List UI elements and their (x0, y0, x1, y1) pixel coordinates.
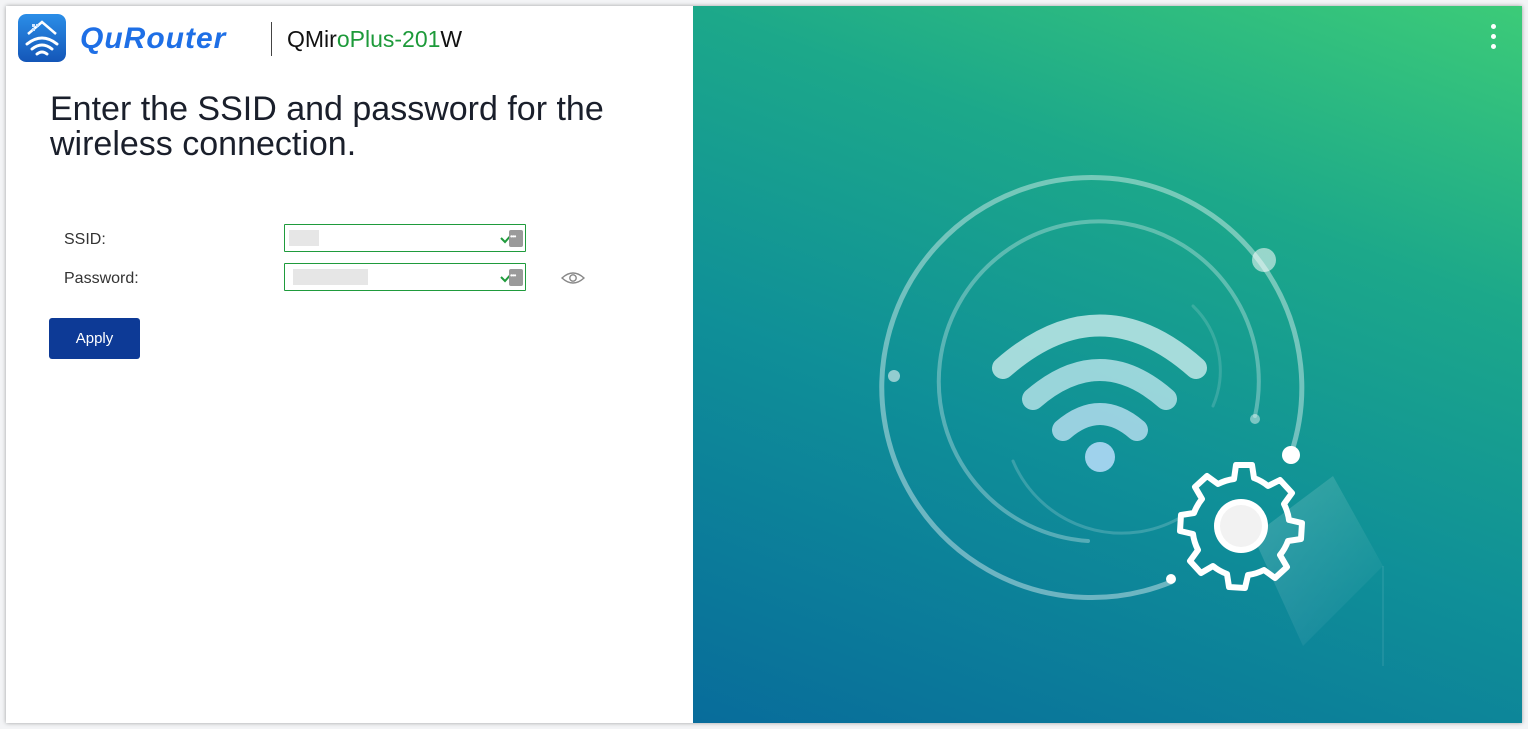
illustration-panel (693, 6, 1522, 723)
page-title: Enter the SSID and password for the wire… (50, 90, 604, 163)
password-label: Password: (64, 270, 139, 287)
device-name-model: oPlus-201 (336, 26, 441, 52)
ssid-value (289, 230, 319, 246)
password-value (293, 269, 368, 285)
password-input[interactable] (284, 263, 526, 291)
wifi-settings-illustration (879, 175, 1384, 666)
device-name-suffix: W (440, 26, 463, 52)
header-divider (271, 22, 272, 56)
app-window: QuRouter QMiroPlus-201W Enter the SSID a… (6, 6, 1522, 723)
password-manager-icon[interactable] (509, 230, 523, 247)
device-name-part1: QMir (287, 26, 337, 52)
password-manager-icon[interactable] (509, 269, 523, 286)
qurouter-app-icon (18, 14, 66, 62)
eye-icon[interactable] (561, 270, 585, 286)
apply-button[interactable]: Apply (49, 318, 140, 359)
device-name: QMiroPlus-201W (287, 26, 462, 53)
setup-panel: QuRouter QMiroPlus-201W Enter the SSID a… (6, 6, 693, 723)
brand-logo: QuRouter (80, 22, 227, 55)
header: QuRouter QMiroPlus-201W (18, 14, 678, 64)
ssid-input[interactable] (284, 224, 526, 252)
ssid-label: SSID: (64, 231, 106, 248)
